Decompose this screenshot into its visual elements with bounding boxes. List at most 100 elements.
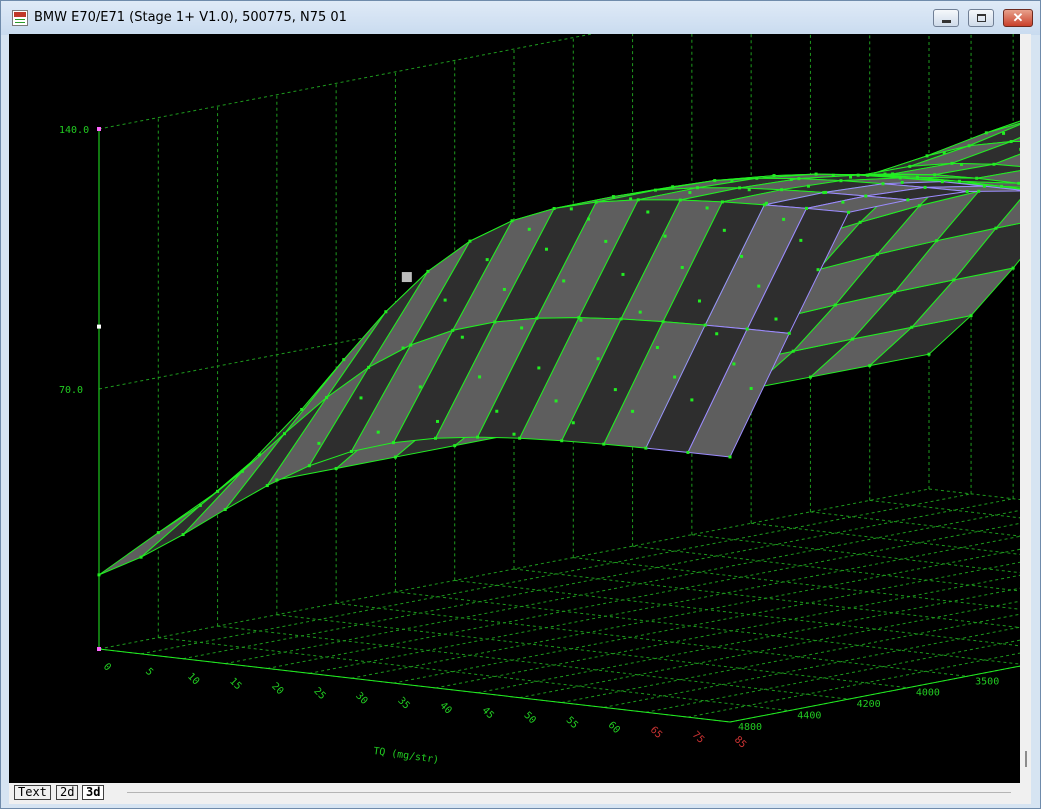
surface-plot-svg[interactable]: 0 5 10 15 20 25 30 35 40 45 50 55 60 65 75 85 TQ (mg/str… — [9, 34, 1020, 783]
surface-vertex — [906, 198, 910, 202]
surface-vertex — [908, 164, 912, 168]
surface-vertex — [868, 364, 872, 368]
surface-vertex — [696, 186, 700, 190]
x-tick-label: 25 — [311, 686, 327, 702]
surface-vertex — [485, 258, 489, 262]
vertical-scrollbar[interactable] — [1020, 34, 1031, 783]
surface-vertex — [856, 173, 860, 177]
surface-vertex — [451, 328, 455, 332]
surface-vertex — [156, 531, 160, 535]
surface-vertex — [831, 173, 835, 177]
surface-vertex — [359, 396, 363, 400]
floor-grid-line — [225, 509, 1020, 665]
surface-vertex — [409, 343, 413, 347]
surface-vertex — [602, 442, 606, 446]
y-tick-label: 4200 — [857, 699, 881, 710]
x-tick-label: 65 — [648, 725, 664, 741]
floor-grid-line — [751, 522, 1020, 555]
floor-grid-line — [217, 625, 849, 700]
close-button[interactable]: ✕ — [1003, 9, 1033, 27]
surface-vertex — [923, 185, 927, 189]
maximize-button[interactable] — [968, 9, 994, 27]
surface-vertex — [613, 388, 617, 392]
scroll-thumb[interactable] — [1025, 751, 1027, 767]
surface-vertex — [858, 220, 862, 224]
surface-vertex — [629, 197, 633, 201]
surface-vertex — [893, 290, 897, 294]
surface-vertex — [275, 478, 279, 482]
surface-vertex — [460, 335, 464, 339]
x-tick-label: 40 — [437, 700, 453, 716]
surface-vertex — [198, 503, 202, 507]
floor-grid-line — [158, 637, 790, 712]
floor-grid-line — [561, 613, 1020, 704]
surface-vertex — [787, 331, 791, 335]
maximize-icon — [977, 14, 986, 22]
surface-vertex — [655, 346, 659, 350]
surface-vertex — [772, 174, 776, 178]
surface-vertex — [942, 151, 946, 155]
surface-vertex — [671, 185, 675, 189]
surface-vertex — [644, 446, 648, 450]
surface-vertex — [745, 327, 749, 331]
surface-vertex — [940, 180, 944, 184]
surface-vertex — [300, 407, 304, 411]
surface-cell — [98, 505, 201, 576]
surface-vertex — [967, 144, 971, 148]
surface-vertex — [317, 441, 321, 445]
surface-plot-3d[interactable]: 0 5 10 15 20 25 30 35 40 45 50 55 60 65 75 85 TQ (mg/str… — [9, 34, 1020, 783]
surface-vertex — [720, 200, 724, 204]
floor-grid-line — [435, 574, 1020, 689]
surface-vertex — [808, 375, 812, 379]
surface-vertex — [816, 268, 820, 272]
x-tick-label: 45 — [479, 705, 495, 721]
surface-vertex — [282, 432, 286, 436]
floor-grid-line — [477, 587, 1020, 694]
surface-vertex — [468, 239, 472, 243]
x-tick-label: 10 — [185, 671, 201, 687]
tab-text[interactable]: Text — [14, 785, 51, 800]
corner-marker — [97, 127, 101, 131]
surface-vertex — [512, 432, 516, 436]
tab-2d[interactable]: 2d — [56, 785, 79, 800]
surface-vertex — [950, 161, 954, 165]
surface-vertex — [864, 194, 868, 198]
surface-vertex — [935, 239, 939, 243]
app-icon — [12, 10, 28, 26]
surface-vertex — [653, 188, 657, 192]
surface-vertex — [594, 200, 598, 204]
title-bar[interactable]: BMW E70/E71 (Stage 1+ V1.0), 500775, N75… — [1, 1, 1040, 35]
surface-vertex — [847, 210, 851, 214]
client-area: 0 5 10 15 20 25 30 35 40 45 50 55 60 65 75 85 TQ (mg/str… — [9, 34, 1031, 804]
y-tick-label: 4400 — [797, 711, 821, 722]
x-tick-label: 50 — [522, 710, 538, 726]
surface-vertex — [535, 316, 539, 320]
surface-vertex — [349, 449, 353, 453]
surface-vertex — [181, 533, 185, 537]
tab-3d[interactable]: 3d — [82, 785, 105, 800]
surface-vertex — [833, 303, 837, 307]
x-tick-label: 0 — [101, 661, 113, 673]
surface-vertex — [958, 179, 962, 183]
horizontal-scroll-track[interactable] — [127, 792, 1011, 793]
floor-grid-line — [810, 511, 1020, 537]
surface-vertex — [342, 358, 346, 362]
surface-vertex — [673, 375, 677, 379]
floor-grid-line — [276, 614, 908, 689]
surface-vertex — [223, 508, 227, 512]
surface-vertex — [577, 316, 581, 320]
surface-vertex — [97, 573, 101, 577]
surface-vertex — [680, 265, 684, 269]
minimize-button[interactable] — [933, 9, 959, 27]
floor-grid-line — [632, 545, 1020, 592]
surface-vertex — [587, 217, 591, 221]
surface-vertex — [240, 469, 244, 473]
surface-vertex — [900, 180, 904, 184]
surface-vertex — [393, 455, 397, 459]
surface-cell — [140, 470, 243, 558]
surface-vertex — [992, 162, 996, 166]
minimize-icon — [942, 20, 951, 23]
surface-vertex — [732, 362, 736, 366]
surface-vertex — [713, 179, 717, 183]
y-tick-label: 4800 — [738, 722, 762, 733]
